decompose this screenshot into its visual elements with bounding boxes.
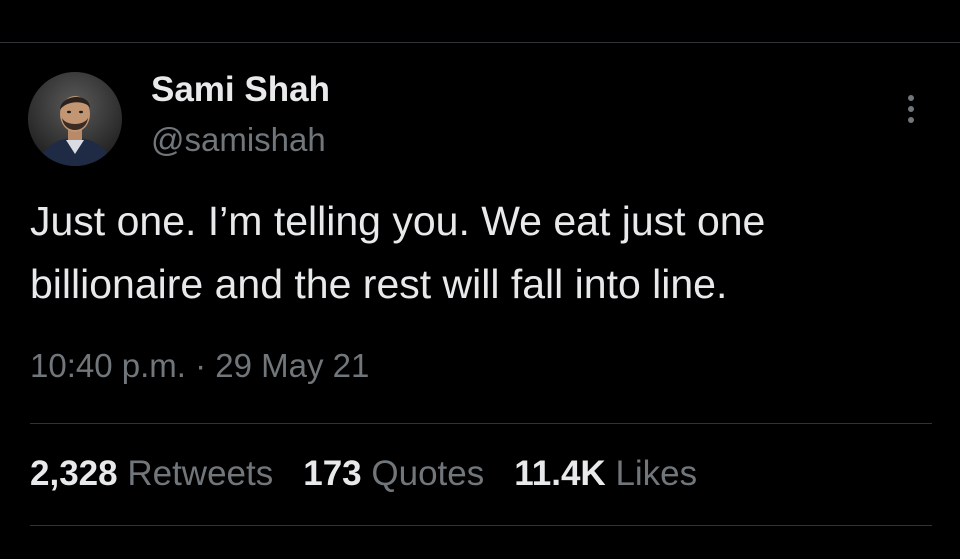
tweet-date[interactable]: 29 May 21 [215,347,369,384]
retweets-count: 2,328 [30,454,118,493]
author-handle[interactable]: @samishah [151,121,326,159]
likes-label: Likes [615,454,698,493]
tweet-time[interactable]: 10:40 p.m. [30,347,186,384]
tweet-text: Just one. I’m telling you. We eat just o… [30,190,940,316]
quotes-stat[interactable]: 173 Quotes [303,454,484,494]
divider [30,423,932,424]
divider [30,525,932,526]
retweets-label: Retweets [127,454,274,493]
engagement-stats: 2,328 Retweets 173 Quotes 11.4K Likes [30,454,727,494]
likes-stat[interactable]: 11.4K Likes [514,454,697,494]
more-vertical-icon[interactable] [896,90,926,130]
avatar[interactable] [28,72,122,166]
quotes-label: Quotes [371,454,485,493]
tweet-text-line: Just one. I’m telling you. We eat just o… [30,198,766,244]
likes-count: 11.4K [514,454,606,493]
author-display-name[interactable]: Sami Shah [151,70,330,110]
avatar-image [28,72,122,166]
tweet-timestamp[interactable]: 10:40 p.m. · 29 May 21 [30,347,369,385]
top-divider [0,42,960,43]
meta-separator: · [195,347,207,384]
retweets-stat[interactable]: 2,328 Retweets [30,454,273,494]
quotes-count: 173 [303,454,362,493]
tweet-text-line: billionaire and the rest will fall into … [30,261,728,307]
